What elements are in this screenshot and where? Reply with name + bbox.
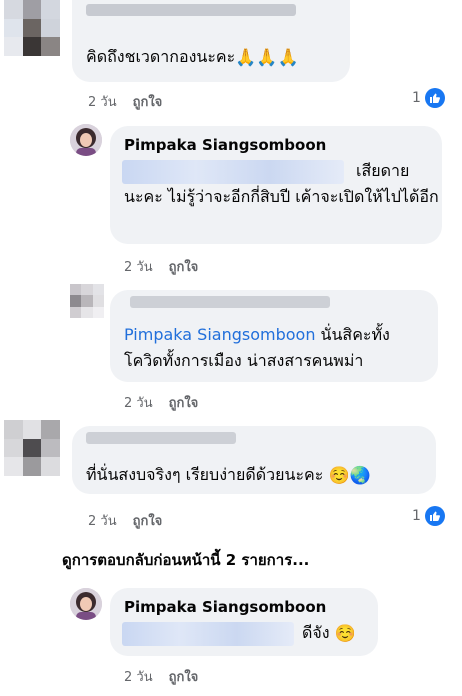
like-button[interactable]: ถูกใจ [169,260,199,275]
avatar-photo[interactable] [70,124,102,156]
reaction-count[interactable]: 1 [412,506,445,526]
avatar-blurred[interactable] [4,420,60,476]
mention-link[interactable]: Pimpaka Siangsomboon [124,325,315,344]
comment-text-line1: Pimpaka Siangsomboon นั่นสิคะทั้ง [124,325,390,344]
blurred-author-name [86,4,296,16]
comment-time[interactable]: 2 วัน [124,396,153,411]
comment-time[interactable]: 2 วัน [124,260,153,275]
blurred-author-name [86,432,236,444]
comment-meta: 2 วัน ถูกใจ [88,510,162,531]
blurred-mention [122,622,294,646]
comment-author[interactable]: Pimpaka Siangsomboon [124,136,326,154]
comment-time[interactable]: 2 วัน [124,670,153,685]
like-button[interactable]: ถูกใจ [133,95,163,110]
comment-text-line2: โควิดทั้งการเมือง น่าสงสารคนพม่า [124,351,364,370]
like-thumb-icon [424,88,445,108]
comment-text: ดีจัง ☺️ [302,620,356,647]
comment-text: ที่นั่นสงบจริงๆ เรียบง่ายดีด้วยนะคะ ☺️🌏 [86,462,371,489]
comment-time[interactable]: 2 วัน [88,95,117,110]
avatar-photo[interactable] [70,588,102,620]
comment-time[interactable]: 2 วัน [88,514,117,529]
avatar-blurred[interactable] [4,0,60,56]
comment-text-line1: เสียดาย [356,161,410,180]
comment-bubble: Pimpaka Siangsomboon นั่นสิคะทั้ง โควิดท… [110,290,438,382]
smile-earth-emoji: ☺️🌏 [328,465,371,486]
comment-meta: 2 วัน ถูกใจ [124,666,198,687]
comment-meta: 2 วัน ถูกใจ [124,256,198,277]
reaction-count[interactable]: 1 [412,88,445,108]
avatar-blurred[interactable] [70,284,104,318]
blurred-author-name [130,296,330,308]
comment-meta: 2 วัน ถูกใจ [124,392,198,413]
smile-emoji: ☺️ [334,623,356,644]
view-previous-replies-link[interactable]: ดูการตอบกลับก่อนหน้านี้ 2 รายการ... [62,548,309,572]
comment-text: คิดถึงชเวดากองนะคะ🙏🙏🙏 [86,44,299,71]
comment-bubble: คิดถึงชเวดากองนะคะ🙏🙏🙏 [72,0,350,82]
like-button[interactable]: ถูกใจ [169,670,199,685]
like-button[interactable]: ถูกใจ [169,396,199,411]
comment-author[interactable]: Pimpaka Siangsomboon [124,598,326,616]
like-thumb-icon [424,506,445,526]
comment-bubble: Pimpaka Siangsomboon ดีจัง ☺️ [110,588,378,656]
folded-hands-emoji: 🙏🙏🙏 [235,47,299,68]
blurred-mention [122,160,344,184]
like-button[interactable]: ถูกใจ [133,514,163,529]
comment-text: นะคะ ไม่รู้ว่าจะอีกกี่สิบปี เค้าจะเปิดให… [124,187,439,206]
comment-bubble: ที่นั่นสงบจริงๆ เรียบง่ายดีด้วยนะคะ ☺️🌏 [72,426,436,494]
comment-meta: 2 วัน ถูกใจ [88,91,162,112]
comment-bubble: Pimpaka Siangsomboon เสียดาย นะคะ ไม่รู้… [110,126,442,244]
